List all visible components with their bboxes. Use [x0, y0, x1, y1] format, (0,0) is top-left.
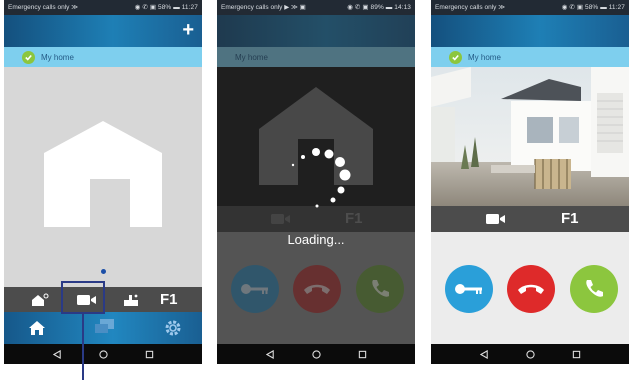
home-selector[interactable]: My home	[4, 47, 202, 67]
check-icon	[449, 50, 462, 64]
status-left-text: Emergency calls only ≫	[435, 4, 506, 11]
indicator-dot	[101, 269, 106, 274]
camera-placeholder	[4, 67, 202, 287]
key-icon	[455, 284, 482, 294]
app-header	[431, 15, 629, 47]
house-photo	[431, 67, 629, 206]
phone-screen-live-view: Emergency calls only ≫ ◉ ✆ ▣ 58% ▬ 11:27…	[431, 0, 629, 364]
call-panel	[431, 232, 629, 344]
status-bar: Emergency calls only ≫ ◉ ✆ ▣ 58% ▬ 11:27	[431, 0, 629, 15]
circle-home-icon[interactable]	[311, 349, 321, 359]
answer-phone-icon	[586, 280, 603, 297]
status-bar: Emergency calls only ▶ ≫ ▣ ◉ ✆ ▣ 89% ▬ 1…	[217, 0, 415, 15]
floor-label: F1	[160, 291, 178, 308]
unlock-door-button[interactable]	[445, 265, 493, 313]
status-right-text: ◉ ✆ ▣ 58% ▬ 11:27	[134, 4, 198, 11]
circle-home-icon[interactable]	[525, 349, 535, 359]
home-name-label: My home	[41, 52, 74, 62]
app-header: +	[4, 15, 202, 47]
add-device-button[interactable]: +	[182, 19, 194, 41]
recent-apps-icon[interactable]	[358, 350, 367, 359]
bottom-tab-bar	[4, 312, 202, 344]
answer-button[interactable]	[570, 265, 618, 313]
android-nav-bar	[4, 344, 202, 364]
camera-live-feed	[431, 67, 629, 206]
video-camera-icon[interactable]	[486, 213, 506, 225]
house-icon	[44, 121, 162, 227]
home-icon[interactable]	[28, 320, 46, 336]
floor-label: F1	[561, 210, 579, 227]
answer-phone-icon	[372, 280, 389, 297]
android-nav-bar	[431, 344, 629, 364]
home-selector[interactable]: My home	[217, 47, 415, 67]
key-icon	[241, 284, 268, 294]
status-right-text: ◉ ✆ ▣ 89% ▬ 14:13	[347, 4, 411, 11]
doorbell-icon[interactable]	[122, 293, 140, 307]
house-icon[interactable]	[31, 293, 49, 307]
home-name-label: My home	[235, 52, 268, 62]
annotation-highlight-box	[61, 281, 105, 314]
status-right-text: ◉ ✆ ▣ 58% ▬ 11:27	[561, 4, 625, 11]
annotation-pointer-line	[82, 314, 84, 380]
unlock-door-button[interactable]	[231, 265, 279, 313]
app-header	[217, 15, 415, 47]
hangup-phone-icon	[304, 284, 330, 294]
hangup-phone-icon	[518, 284, 544, 294]
back-icon[interactable]	[479, 349, 489, 359]
loading-label: Loading...	[287, 232, 345, 247]
status-left-text: Emergency calls only ▶ ≫ ▣	[221, 4, 306, 11]
circle-home-icon[interactable]	[98, 349, 108, 359]
answer-button[interactable]	[356, 265, 404, 313]
back-icon[interactable]	[52, 349, 62, 359]
home-name-label: My home	[468, 52, 501, 62]
back-icon[interactable]	[265, 349, 275, 359]
android-nav-bar	[217, 344, 415, 364]
control-bar: F1	[431, 206, 629, 232]
hangup-button[interactable]	[293, 265, 341, 313]
settings-gear-icon[interactable]	[164, 319, 182, 337]
status-bar: Emergency calls only ≫ ◉ ✆ ▣ 58% ▬ 11:27	[4, 0, 202, 15]
check-icon	[22, 50, 35, 64]
recent-apps-icon[interactable]	[145, 350, 154, 359]
messages-icon[interactable]	[95, 319, 115, 335]
status-left-text: Emergency calls only ≫	[8, 4, 79, 11]
recent-apps-icon[interactable]	[572, 350, 581, 359]
home-selector[interactable]: My home	[431, 47, 629, 67]
hangup-button[interactable]	[507, 265, 555, 313]
phone-screen-loading: Emergency calls only ▶ ≫ ▣ ◉ ✆ ▣ 89% ▬ 1…	[217, 0, 415, 364]
